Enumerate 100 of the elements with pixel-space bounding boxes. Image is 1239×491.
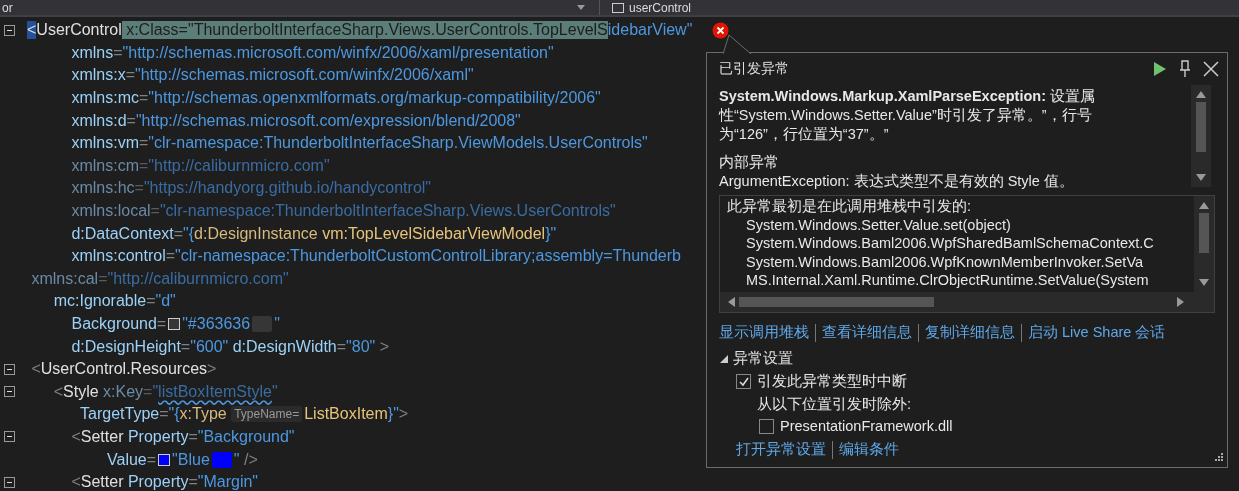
code-token: xmlns:d — [70, 111, 127, 130]
code-token: Property — [126, 473, 189, 491]
collapse-icon[interactable] — [4, 363, 15, 375]
dropdown-text: or — [2, 0, 13, 15]
action-link[interactable]: 查看详细信息 — [822, 323, 912, 342]
scroll-thumb[interactable] — [1196, 102, 1206, 152]
code-token: "http://schemas.microsoft.com/expression/blend/2008" — [135, 111, 521, 130]
scroll-right-icon[interactable] — [1177, 297, 1184, 307]
code-token: = — [173, 224, 184, 243]
code-token: = — [139, 156, 149, 175]
scroll-up-icon[interactable] — [1196, 91, 1206, 98]
stack-frame: MS.Internal.Xaml.Runtime.ClrObjectRuntime.SetValue(System — [727, 271, 1194, 290]
code-token: d:DataContext — [70, 224, 174, 243]
code-token: Style — [63, 382, 99, 401]
code-token: mc:Ignorable — [52, 292, 147, 311]
action-link[interactable]: 显示调用堆栈 — [719, 323, 809, 342]
exception-message: 为“126”，行位置为“37”。” — [719, 125, 890, 144]
stack-heading: 此异常最初是在此调用堆栈中引发的: — [727, 197, 973, 216]
code-token: " — [271, 382, 278, 401]
continue-icon[interactable] — [1153, 61, 1167, 77]
collapse-icon[interactable] — [4, 24, 15, 36]
code-token: "#363636 — [182, 315, 251, 333]
action-link[interactable]: 打开异常设置 — [736, 440, 826, 459]
code-token: "Blue — [172, 450, 210, 469]
collapse-icon[interactable] — [4, 431, 15, 443]
code-token: xmlns:cal — [30, 269, 99, 288]
exception-note: 从以下位置引发时除外: — [757, 395, 913, 414]
inner-exception-message: ArgumentException: 表达式类型不是有效的 Style 值。 — [719, 172, 1075, 191]
error-icon[interactable] — [712, 21, 730, 39]
scroll-thumb[interactable] — [1199, 213, 1209, 253]
color-swatch-icon[interactable] — [158, 453, 171, 466]
action-link[interactable]: 编辑条件 — [839, 440, 899, 459]
class-icon — [612, 2, 624, 13]
code-token: xmlns:local — [70, 202, 151, 221]
parameter-hint: TypeName= — [231, 406, 303, 423]
color-swatch-icon[interactable] — [168, 318, 181, 330]
checkbox[interactable] — [759, 418, 774, 434]
code-token: = — [125, 66, 136, 85]
checkbox[interactable] — [736, 374, 751, 389]
scroll-up-icon[interactable] — [1199, 202, 1209, 209]
code-token: xmlns:mc — [70, 89, 139, 108]
code-token: = — [188, 428, 198, 446]
inner-exception-heading: 内部异常 — [719, 153, 780, 172]
code-token: = — [126, 111, 136, 130]
code-token: = — [156, 315, 167, 333]
code-token: listBoxItemStyle — [158, 382, 272, 401]
caret-icon[interactable] — [577, 5, 585, 10]
close-icon[interactable] — [1203, 61, 1219, 77]
stack-frame: System.Windows.Baml2006.WpfKnownMemberInvoker.SetVa — [727, 252, 1194, 272]
code-token: = — [336, 337, 347, 356]
code-token: "{ — [183, 224, 195, 243]
checkbox-label: PresentationFramework.dll — [780, 418, 953, 434]
code-token: "Background" — [197, 428, 295, 446]
scroll-left-icon[interactable] — [728, 297, 735, 307]
code-token: "http://caliburnmicro.com" — [148, 156, 330, 175]
member-dropdown[interactable]: userControl — [599, 0, 1239, 15]
scroll-down-icon[interactable] — [1199, 279, 1209, 286]
action-link[interactable]: 启动 Live Share 会话 — [1028, 323, 1166, 342]
scrollbar[interactable] — [1191, 85, 1211, 187]
code-token: Background — [70, 315, 157, 333]
code-token: xmlns:vm — [70, 134, 139, 153]
code-token: d:DesignHeight — [70, 337, 181, 356]
code-token: vm:TopLevelSidebarViewModel — [322, 224, 546, 243]
code-token: " — [233, 450, 240, 469]
code-token: < — [27, 21, 37, 40]
code-token: = — [98, 269, 108, 288]
stack-frame: System.Windows.Setter.Value.set(object) — [727, 215, 1194, 235]
code-token: x:Class="ThunderboltInterfaceSharp.Views.UserControls.TopLevelS — [121, 21, 608, 40]
code-token: "clr-namespace:ThunderboltInterfaceSharp.ViewModels.UserControls" — [148, 134, 648, 153]
settings-expander[interactable]: 异常设置 — [719, 349, 1213, 368]
code-token: = — [134, 179, 144, 198]
exception-message: System.Windows.Markup.XamlParseException: 设置属 — [719, 87, 1097, 106]
scrollbar[interactable] — [1194, 196, 1214, 292]
code-token: d:DesignInstance — [194, 224, 319, 243]
exception-message: 性“System.Windows.Setter.Value”时引发了异常。”，行号 — [719, 106, 1093, 125]
code-token: UserControl — [36, 21, 122, 40]
code-token: TargetType — [79, 405, 160, 424]
code-token: x:Key — [102, 382, 144, 401]
code-token: "{ — [168, 405, 180, 424]
code-token: > — [398, 405, 409, 424]
code-token: "http://schemas.microsoft.com/winfx/2006/xaml/presentation" — [122, 43, 554, 62]
code-token: < — [52, 382, 63, 401]
code-token: = — [150, 202, 160, 221]
code-token: idebarView" — [607, 21, 693, 40]
code-token: > — [378, 337, 390, 356]
code-token: > — [207, 360, 217, 379]
checkbox-label: 引发此异常类型时中断 — [757, 372, 907, 391]
code-token: = — [188, 473, 198, 491]
code-token: "d" — [155, 292, 176, 311]
collapse-icon[interactable] — [4, 386, 15, 398]
code-token: "600" — [190, 337, 229, 356]
horizontal-scrollbar[interactable] — [720, 292, 1214, 312]
pin-icon[interactable] — [1179, 60, 1191, 78]
scroll-down-icon[interactable] — [1196, 174, 1206, 181]
action-link[interactable]: 复制详细信息 — [925, 323, 1015, 342]
code-token: "http://caliburnmicro.com" — [107, 269, 289, 288]
collapse-icon[interactable] — [4, 476, 15, 488]
code-token: = — [159, 405, 169, 424]
scroll-thumb[interactable] — [739, 297, 934, 307]
code-token: Setter — [80, 473, 124, 491]
